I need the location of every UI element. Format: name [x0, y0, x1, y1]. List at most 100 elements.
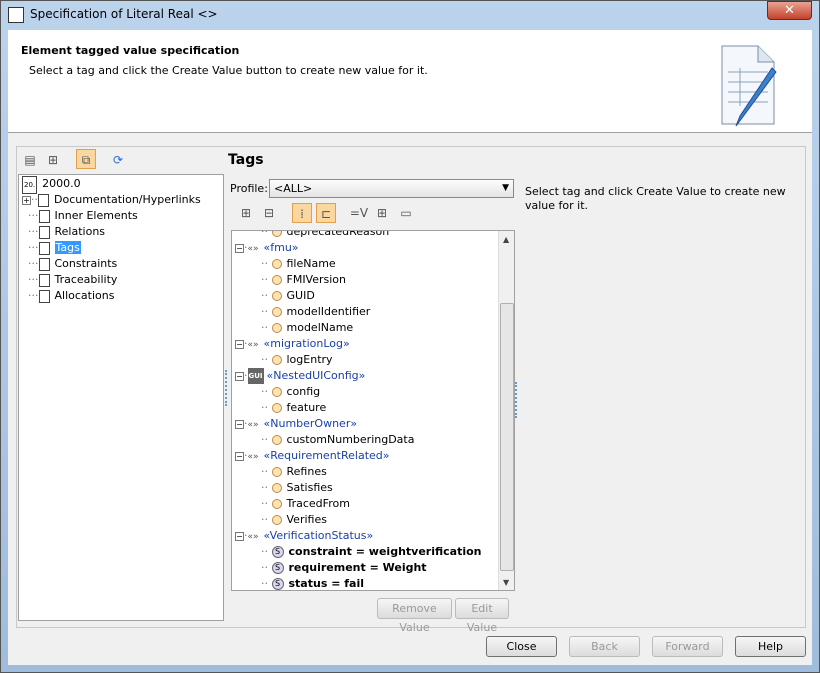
tag-value-label: status = fail: [288, 577, 365, 590]
scroll-thumb[interactable]: [500, 303, 514, 571]
stereotype-row[interactable]: −·«» «RequirementRelated»: [235, 448, 390, 464]
tag-value-label: requirement = Weight: [288, 561, 427, 574]
tag-value-row[interactable]: ·· Srequirement = Weight: [261, 560, 427, 576]
expand-icon[interactable]: +: [22, 195, 31, 205]
tags-tree: ·· deprecatedReason −·«» «fmu» ·· fileName ·…: [231, 230, 515, 591]
stereotype-label: «RequirementRelated»: [263, 449, 390, 462]
tree-item-allocations[interactable]: ··· Allocations: [28, 288, 114, 304]
collapse-icon[interactable]: −: [235, 243, 244, 253]
edit-value-button[interactable]: Edit Value: [455, 598, 509, 634]
compact-view-icon[interactable]: ⧉: [76, 149, 96, 169]
show-inherited-icon[interactable]: ⁞: [292, 203, 312, 223]
collapse-icon[interactable]: −: [235, 371, 244, 381]
tree-root[interactable]: 20. 2000.0: [22, 176, 81, 194]
grid-view-icon[interactable]: ⊞: [372, 203, 392, 223]
stereotype-row[interactable]: −·GUI «NestedUIConfig»: [235, 368, 365, 384]
tag-label: logEntry: [286, 353, 333, 366]
property-icon: [271, 231, 282, 237]
tag-label: FMIVersion: [286, 273, 347, 286]
text-field-icon[interactable]: ▭: [396, 203, 416, 223]
close-button[interactable]: Close: [486, 636, 557, 657]
stereotype-label: «migrationLog»: [263, 337, 350, 350]
slot-value-icon: S: [271, 546, 284, 558]
tag-definition-row[interactable]: ·· Satisfies: [261, 480, 333, 496]
slot-value-icon: S: [271, 562, 284, 574]
profile-value: <ALL>: [274, 182, 313, 195]
window-close-button[interactable]: ✕: [767, 1, 812, 20]
scroll-down-icon[interactable]: ▼: [503, 578, 509, 587]
group-by-stereotype-icon[interactable]: ⊏: [316, 203, 336, 223]
tag-definition-row[interactable]: ·· feature: [261, 400, 326, 416]
property-icon: [271, 403, 282, 413]
tag-definition-row[interactable]: ·· Verifies: [261, 512, 327, 528]
tree-item-constraints[interactable]: ··· Constraints: [28, 256, 117, 272]
left-splitter-handle[interactable]: [225, 370, 228, 406]
tree-item-label: Documentation/Hyperlinks: [54, 193, 201, 206]
stereotype-icon: «»: [247, 452, 259, 462]
tag-label: fileName: [286, 257, 336, 270]
page-icon: [38, 273, 50, 287]
tag-label: TracedFrom: [286, 497, 350, 510]
chevron-down-icon: ▼: [502, 183, 509, 193]
help-button[interactable]: Help: [735, 636, 806, 657]
tag-definition-row[interactable]: ·· config: [261, 384, 320, 400]
tags-scrollbar[interactable]: ▲ ▼: [498, 231, 514, 590]
property-icon: [271, 323, 282, 333]
page-icon: [38, 209, 50, 223]
tag-definition-row[interactable]: ·· deprecatedReason: [261, 230, 390, 240]
tag-value-row[interactable]: ·· Sstatus = fail: [261, 576, 365, 590]
tag-definition-row[interactable]: ·· FMIVersion: [261, 272, 346, 288]
tag-definition-row[interactable]: ·· Refines: [261, 464, 327, 480]
property-icon: [271, 467, 282, 477]
stereotype-row[interactable]: −·«» «migrationLog»: [235, 336, 350, 352]
forward-button[interactable]: Forward: [652, 636, 723, 657]
document-pencil-icon: [721, 45, 777, 127]
collapse-icon[interactable]: −: [235, 451, 244, 461]
tag-definition-row[interactable]: ·· modelName: [261, 320, 353, 336]
expand-all-icon[interactable]: ⊞: [236, 203, 256, 223]
property-icon: [271, 499, 282, 509]
tree-item-documentation[interactable]: +·· Documentation/Hyperlinks: [22, 192, 201, 208]
tag-definition-row[interactable]: ·· TracedFrom: [261, 496, 350, 512]
stereotype-row[interactable]: −·«» «fmu»: [235, 240, 299, 256]
tag-label: modelIdentifier: [286, 305, 371, 318]
tag-definition-row[interactable]: ·· logEntry: [261, 352, 333, 368]
collapse-all-icon[interactable]: ⊟: [259, 203, 279, 223]
stereotype-row[interactable]: −·«» «NumberOwner»: [235, 416, 357, 432]
tag-value-row[interactable]: ·· Sconstraint = weightverification: [261, 544, 482, 560]
property-icon: [271, 435, 282, 445]
tree-item-label: Constraints: [54, 257, 118, 270]
collapse-icon[interactable]: −: [235, 419, 244, 429]
property-icon: [271, 387, 282, 397]
tree-item-label: Relations: [54, 225, 106, 238]
remove-value-button[interactable]: Remove Value: [377, 598, 452, 634]
scroll-up-icon[interactable]: ▲: [503, 235, 509, 244]
back-button[interactable]: Back: [569, 636, 640, 657]
tree-item-inner-elements[interactable]: ··· Inner Elements: [28, 208, 138, 224]
property-icon: [271, 291, 282, 301]
property-icon: [271, 275, 282, 285]
tree-item-label: Allocations: [54, 289, 115, 302]
stereotype-icon: «»: [247, 244, 259, 254]
tree-item-traceability[interactable]: ··· Traceability: [28, 272, 117, 288]
tag-definition-row[interactable]: ·· modelIdentifier: [261, 304, 370, 320]
show-values-icon[interactable]: =V: [349, 203, 369, 223]
table-view-icon[interactable]: ▤: [20, 150, 40, 170]
right-splitter-handle[interactable]: [515, 382, 518, 418]
stereotype-label: «NestedUIConfig»: [266, 369, 366, 382]
collapse-icon[interactable]: −: [235, 339, 244, 349]
collapse-icon[interactable]: −: [235, 531, 244, 541]
tag-label: deprecatedReason: [286, 230, 390, 238]
tag-definition-row[interactable]: ·· GUID: [261, 288, 315, 304]
tag-definition-row[interactable]: ·· fileName: [261, 256, 336, 272]
refresh-icon[interactable]: ⟳: [108, 150, 128, 170]
stereotype-label: «VerificationStatus»: [263, 529, 374, 542]
profile-select[interactable]: <ALL> ▼: [269, 179, 514, 198]
stereotype-icon: «»: [247, 340, 259, 350]
tree-view-icon[interactable]: ⊞: [43, 150, 63, 170]
tree-item-tags[interactable]: ··· Tags: [28, 240, 81, 256]
tag-label: GUID: [286, 289, 315, 302]
tag-definition-row[interactable]: ·· customNumberingData: [261, 432, 414, 448]
tree-item-relations[interactable]: ··· Relations: [28, 224, 105, 240]
stereotype-row[interactable]: −·«» «VerificationStatus»: [235, 528, 373, 544]
